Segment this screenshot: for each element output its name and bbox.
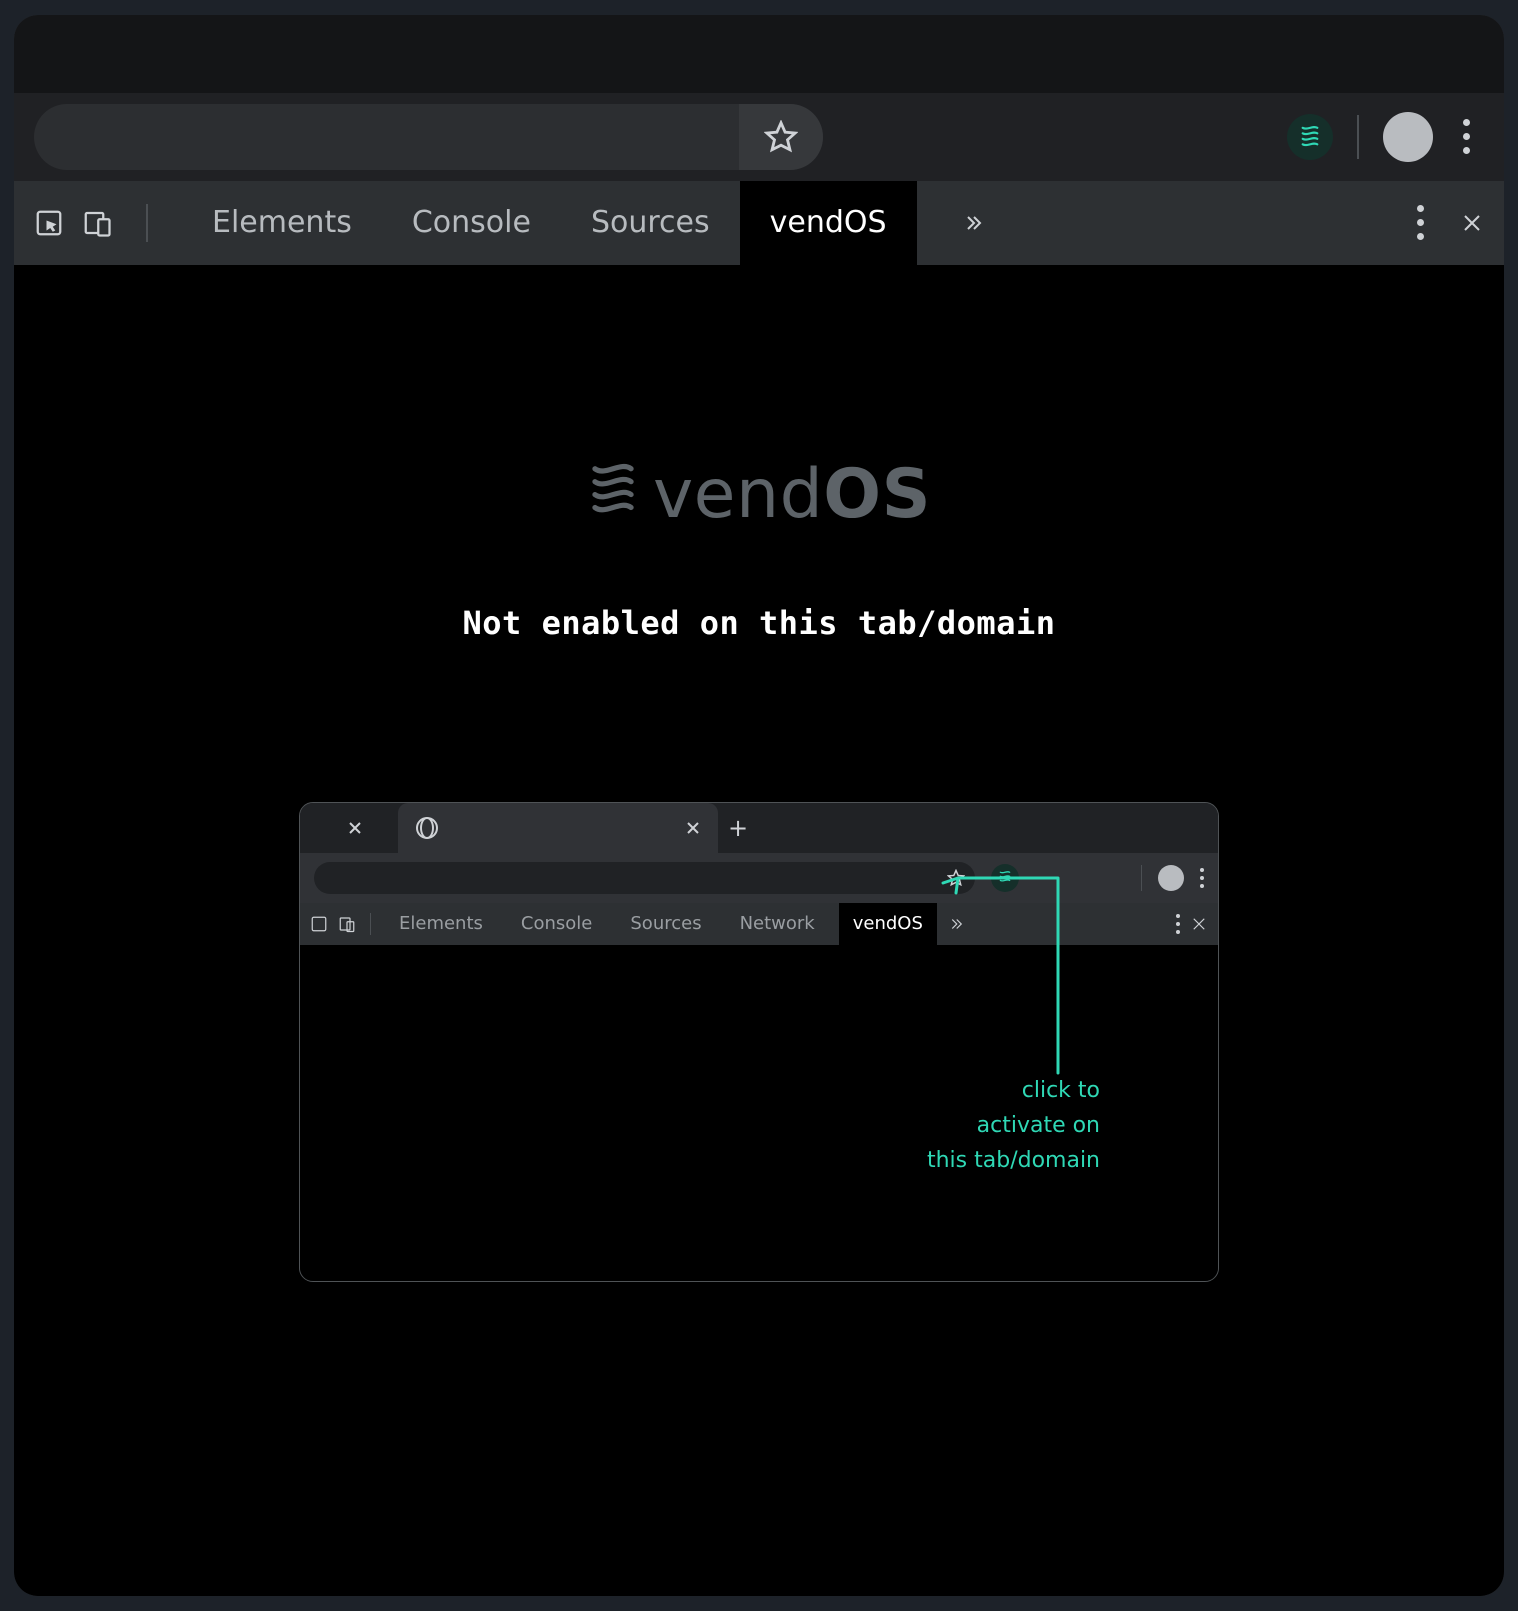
close-icon [1190,915,1208,933]
vendos-icon [1299,124,1321,150]
mini-avatar [1158,865,1184,891]
mini-vendos-extension [991,864,1019,892]
globe-icon [416,817,438,839]
close-icon [348,821,362,835]
close-icon[interactable] [1460,211,1484,235]
panel-status-message: Not enabled on this tab/domain [463,604,1056,642]
mini-devtools-tabs: Elements Console Sources Network vendOS [300,903,1218,945]
bookmark-button[interactable] [739,104,823,170]
mini-tab-network: Network [726,903,829,945]
mini-url-row [300,853,1218,903]
brand-prefix: vend [653,455,823,534]
tab-vendos[interactable]: vendOS [740,181,917,265]
devtools-divider [146,204,148,242]
tab-sources[interactable]: Sources [561,181,740,265]
mini-divider [1141,865,1142,891]
inspect-icon[interactable] [34,208,64,238]
mini-tab-active [398,803,718,853]
browser-window: Elements Console Sources vendOS vendOS N… [14,15,1504,1596]
new-tab-icon: + [728,814,748,842]
mini-tab-row: + [300,803,1218,853]
window-titlebar [14,15,1504,93]
chevrons-right-icon [947,915,965,933]
more-tabs-button[interactable] [941,211,1005,235]
star-icon [764,120,798,154]
mini-menu-icon [1200,868,1204,888]
vendos-extension-button[interactable] [1287,114,1333,160]
mini-tab-sources: Sources [616,903,715,945]
chevrons-right-icon [961,211,985,235]
vendos-logo-icon [587,461,639,527]
address-bar[interactable] [34,104,823,170]
vendos-logo: vendOS [587,455,931,534]
device-toggle-icon[interactable] [82,208,112,238]
toolbar-divider [1357,115,1359,159]
mini-tab-blank [314,803,388,853]
profile-avatar[interactable] [1383,112,1433,162]
devtools-tabstrip: Elements Console Sources vendOS [14,181,1504,265]
mini-address-bar [314,862,975,894]
vendos-icon [998,869,1012,886]
tab-elements[interactable]: Elements [182,181,382,265]
browser-menu-button[interactable] [1457,119,1476,154]
inspect-icon [310,915,328,933]
activation-hint-text: click to activate on this tab/domain [927,1073,1100,1179]
devtools-menu-button[interactable] [1411,205,1430,240]
activation-hint-preview: + Elements Console Sources [299,802,1219,1282]
mini-tab-console: Console [507,903,606,945]
mini-devtools-menu-icon [1176,914,1180,934]
mini-tab-vendos: vendOS [839,903,937,945]
star-icon [947,869,965,887]
close-icon [686,821,700,835]
browser-toolbar [14,93,1504,181]
brand-suffix: OS [823,455,931,534]
tab-console[interactable]: Console [382,181,561,265]
mini-tab-elements: Elements [385,903,497,945]
vendos-panel: vendOS Not enabled on this tab/domain + [14,265,1504,1596]
device-toggle-icon [338,915,356,933]
